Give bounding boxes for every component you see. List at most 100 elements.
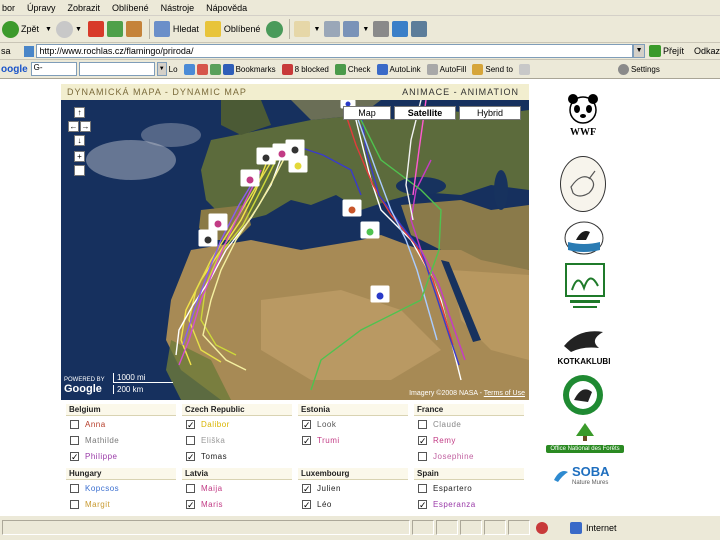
- bird-row[interactable]: Eliška: [182, 432, 292, 448]
- discuss-icon[interactable]: [373, 21, 390, 37]
- bird-checkbox[interactable]: [302, 435, 311, 445]
- map-type-satellite-button[interactable]: Satellite: [394, 106, 456, 120]
- animation-title[interactable]: ANIMACE - ANIMATION: [402, 87, 519, 97]
- bookmarks-button[interactable]: Bookmarks: [222, 63, 276, 75]
- bird-checkbox[interactable]: [70, 419, 79, 429]
- bird-row[interactable]: Josephine: [414, 448, 524, 464]
- bird-row[interactable]: Kopcsos: [66, 480, 176, 496]
- satellite-map[interactable]: ↑ ← → ↓ + Map Satellite Hybrid POWERED B…: [61, 100, 529, 400]
- bird-checkbox[interactable]: [70, 499, 79, 509]
- salon-logo[interactable]: [560, 156, 606, 212]
- pan-right-button[interactable]: →: [80, 121, 91, 132]
- bird-row[interactable]: Look: [298, 416, 408, 432]
- google-search-dropdown-icon[interactable]: ▼: [156, 62, 167, 76]
- bird-checkbox[interactable]: [186, 483, 195, 493]
- history-icon[interactable]: [266, 20, 284, 38]
- bird-checkbox[interactable]: [418, 419, 427, 429]
- google-search-type-select[interactable]: G-: [30, 62, 77, 76]
- refresh-icon[interactable]: [106, 21, 123, 37]
- google-go-button[interactable]: Lo: [169, 65, 178, 74]
- research-icon[interactable]: [411, 21, 428, 37]
- soba-logo[interactable]: SOBA Nature Mures: [552, 464, 618, 492]
- bird-row[interactable]: Espartero: [414, 480, 524, 496]
- messenger-icon[interactable]: [392, 21, 409, 37]
- google-search-input[interactable]: [78, 62, 155, 76]
- kotkaklubi-logo[interactable]: KOTKAKLUBI: [554, 326, 614, 366]
- bird-checkbox[interactable]: [302, 499, 311, 509]
- map-type-map-button[interactable]: Map: [343, 106, 391, 120]
- links-label[interactable]: Odkaz: [694, 46, 720, 56]
- highlight-icon[interactable]: [518, 63, 530, 75]
- forward-dropdown-icon[interactable]: ▼: [75, 26, 82, 33]
- google-map-logo[interactable]: POWERED BY Google: [64, 377, 105, 395]
- mail-dropdown-icon[interactable]: ▼: [313, 26, 320, 33]
- bird-row[interactable]: Margit: [66, 496, 176, 512]
- spellcheck-button[interactable]: Check: [334, 63, 371, 75]
- bird-checkbox[interactable]: [302, 419, 311, 429]
- bird-checkbox[interactable]: [186, 419, 195, 429]
- stop-icon[interactable]: [87, 21, 104, 37]
- bird-row[interactable]: Philippe: [66, 448, 176, 464]
- menu-favorites[interactable]: Oblíbené: [112, 3, 149, 13]
- autofill-button[interactable]: AutoFill: [426, 63, 466, 75]
- map-type-hybrid-button[interactable]: Hybrid: [459, 106, 521, 120]
- bird-row[interactable]: Remy: [414, 432, 524, 448]
- bird-checkbox[interactable]: [418, 499, 427, 509]
- bird-checkbox[interactable]: [70, 451, 79, 461]
- bird-row[interactable]: Dalibor: [182, 416, 292, 432]
- bird-checkbox[interactable]: [186, 435, 195, 445]
- wwf-logo[interactable]: WWF: [566, 92, 600, 140]
- google-pagerank-icon[interactable]: [209, 63, 221, 75]
- bird-row[interactable]: Trumi: [298, 432, 408, 448]
- bird-checkbox[interactable]: [418, 435, 427, 445]
- bird-row[interactable]: Tomas: [182, 448, 292, 464]
- bird-checkbox[interactable]: [70, 435, 79, 445]
- menu-edit[interactable]: Úpravy: [27, 3, 56, 13]
- favorites-button[interactable]: Oblíbené: [204, 21, 260, 37]
- menu-file[interactable]: bor: [2, 3, 15, 13]
- dynamic-map-title[interactable]: DYNAMICKÁ MAPA - DYNAMIC MAP: [67, 87, 247, 97]
- forward-arrow-icon[interactable]: [55, 20, 73, 38]
- terms-of-use-link[interactable]: Terms of Use: [484, 390, 525, 397]
- bird-row[interactable]: Léo: [298, 496, 408, 512]
- edit-dropdown-icon[interactable]: ▼: [362, 26, 369, 33]
- bird-row[interactable]: Claude: [414, 416, 524, 432]
- google-settings-button[interactable]: Settings: [617, 63, 660, 75]
- bird-row[interactable]: Maija: [182, 480, 292, 496]
- bird-row[interactable]: Anna: [66, 416, 176, 432]
- bird-row[interactable]: Julien: [298, 480, 408, 496]
- bird-checkbox[interactable]: [418, 483, 427, 493]
- autolink-button[interactable]: AutoLink: [376, 63, 421, 75]
- bird-checkbox[interactable]: [186, 451, 195, 461]
- security-status-icon[interactable]: [570, 522, 582, 534]
- search-button[interactable]: Hledat: [153, 21, 199, 37]
- zoom-in-button[interactable]: +: [74, 151, 85, 162]
- bird-checkbox[interactable]: [418, 451, 427, 461]
- popup-blocker-button[interactable]: 8 blocked: [281, 63, 329, 75]
- menu-tools[interactable]: Nástroje: [161, 3, 195, 13]
- bird-society-logo[interactable]: [564, 220, 604, 256]
- menu-view[interactable]: Zobrazit: [68, 3, 101, 13]
- zoom-out-button[interactable]: [74, 165, 85, 176]
- address-dropdown-icon[interactable]: ▼: [633, 44, 645, 58]
- back-dropdown-icon[interactable]: ▼: [45, 26, 52, 33]
- sendto-button[interactable]: Send to: [472, 63, 513, 75]
- back-button[interactable]: Zpět: [2, 20, 39, 38]
- pan-down-button[interactable]: ↓: [74, 135, 85, 146]
- green-circle-logo[interactable]: [562, 374, 604, 416]
- bird-checkbox[interactable]: [186, 499, 195, 509]
- popup-blocked-status-icon[interactable]: [536, 522, 548, 534]
- onf-logo[interactable]: Office National des Forêts: [546, 422, 624, 458]
- edit-icon[interactable]: [343, 21, 360, 37]
- pan-left-button[interactable]: ←: [68, 121, 79, 132]
- google-news-icon[interactable]: [196, 63, 208, 75]
- bird-row[interactable]: Maris: [182, 496, 292, 512]
- go-button[interactable]: Přejít: [648, 45, 684, 57]
- menu-help[interactable]: Nápověda: [206, 3, 247, 13]
- bird-row[interactable]: Mathilde: [66, 432, 176, 448]
- home-icon[interactable]: [125, 21, 142, 37]
- bird-row[interactable]: Esperanza: [414, 496, 524, 512]
- green-society-logo[interactable]: [564, 262, 606, 314]
- bird-checkbox[interactable]: [302, 483, 311, 493]
- google-web-icon[interactable]: [183, 63, 195, 75]
